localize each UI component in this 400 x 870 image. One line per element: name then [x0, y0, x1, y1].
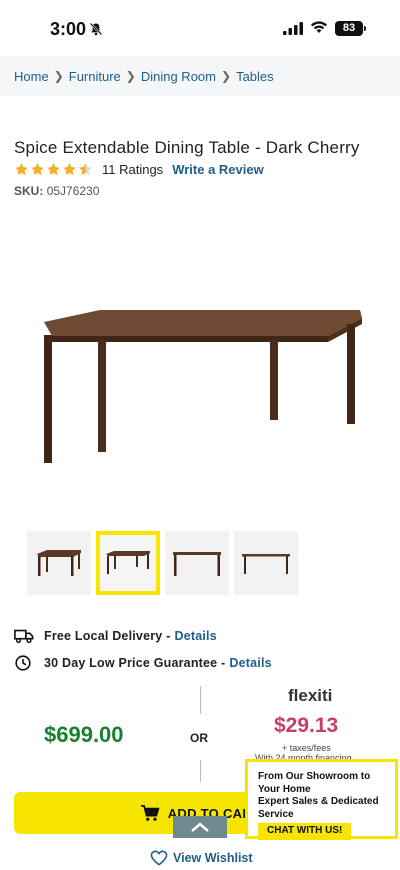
price-divider-bottom [200, 760, 201, 782]
star-rating[interactable] [14, 162, 93, 177]
table-thumbnail-icon [37, 550, 81, 576]
price-guarantee-row: 30 Day Low Price Guarantee - Details [14, 655, 272, 671]
sku-value: 05J76230 [46, 184, 100, 198]
chevron-up-icon [191, 822, 209, 832]
status-bar: 3:00 83 [0, 0, 400, 56]
thumbnail-strip [27, 531, 298, 595]
star-icon [31, 162, 44, 175]
product-price: $699.00 [44, 722, 124, 747]
or-label: OR [190, 731, 208, 745]
table-thumbnail-icon [242, 554, 290, 574]
chevron-right-icon: ❯ [125, 69, 136, 83]
price-guarantee-text: 30 Day Low Price Guarantee - [44, 656, 226, 670]
star-icon [47, 162, 60, 175]
chevron-right-icon: ❯ [221, 69, 232, 83]
table-thumbnail-icon [106, 551, 150, 574]
star-half-icon [79, 162, 92, 175]
wifi-icon [311, 21, 327, 33]
flexiti-logo-text: flexiti [288, 686, 333, 705]
cellular-signal-icon [283, 22, 303, 35]
star-icon [15, 162, 28, 175]
flexiti-taxes-note: + taxes/fees [282, 743, 331, 753]
battery-tip [364, 26, 366, 31]
write-review-link[interactable]: Write a Review [172, 162, 264, 177]
free-delivery-row: Free Local Delivery - Details [14, 628, 217, 644]
chat-with-us-button[interactable]: CHAT WITH US! [258, 823, 352, 840]
product-image-table[interactable] [30, 300, 370, 470]
thumbnail-1[interactable] [27, 531, 91, 595]
free-delivery-text: Free Local Delivery - [44, 629, 171, 643]
view-wishlist-link[interactable]: View Wishlist [150, 850, 253, 866]
flexiti-logo: flexiti [288, 686, 332, 706]
guarantee-details-link[interactable]: Details [229, 656, 271, 670]
truck-icon [14, 629, 34, 644]
breadcrumb-dining-room[interactable]: Dining Room [141, 69, 216, 84]
product-title: Spice Extendable Dining Table - Dark Che… [14, 138, 360, 157]
chat-line-1: From Our Showroom to [258, 771, 371, 782]
status-time: 3:00 [50, 19, 87, 39]
chevron-right-icon: ❯ [53, 69, 64, 83]
sku: SKU: 05J76230 [14, 184, 99, 198]
thumbnail-2-selected[interactable] [96, 531, 160, 595]
ratings-count[interactable]: 11 Ratings [102, 162, 163, 177]
view-wishlist-label: View Wishlist [173, 851, 253, 865]
heart-icon [150, 850, 168, 866]
chat-line-2: Your Home [258, 783, 311, 795]
clock-icon [15, 655, 31, 671]
cart-icon [140, 804, 160, 821]
chat-line-3: Expert Sales & Dedicated [258, 796, 379, 807]
thumbnail-4[interactable] [234, 531, 298, 595]
breadcrumb-tables[interactable]: Tables [236, 69, 274, 84]
chat-popup[interactable]: From Our Showroom to Your Home Expert Sa… [245, 759, 398, 840]
flexiti-monthly-price[interactable]: $29.13 [274, 714, 338, 738]
bell-muted-icon [89, 22, 103, 36]
thumbnail-3[interactable] [165, 531, 229, 595]
price-divider-top [200, 686, 201, 714]
star-icon [63, 162, 76, 175]
breadcrumb: Home ❯ Furniture ❯ Dining Room ❯ Tables [0, 56, 400, 96]
breadcrumb-furniture[interactable]: Furniture [69, 69, 121, 84]
sku-label: SKU: [14, 184, 44, 198]
rating-row: 11 Ratings Write a Review [14, 160, 264, 178]
delivery-details-link[interactable]: Details [174, 629, 216, 643]
breadcrumb-home[interactable]: Home [14, 69, 49, 84]
chat-line-4: Service [258, 808, 294, 820]
battery-icon: 83 [335, 21, 363, 36]
scroll-to-top-button[interactable] [173, 816, 227, 838]
table-thumbnail-icon [173, 552, 221, 576]
